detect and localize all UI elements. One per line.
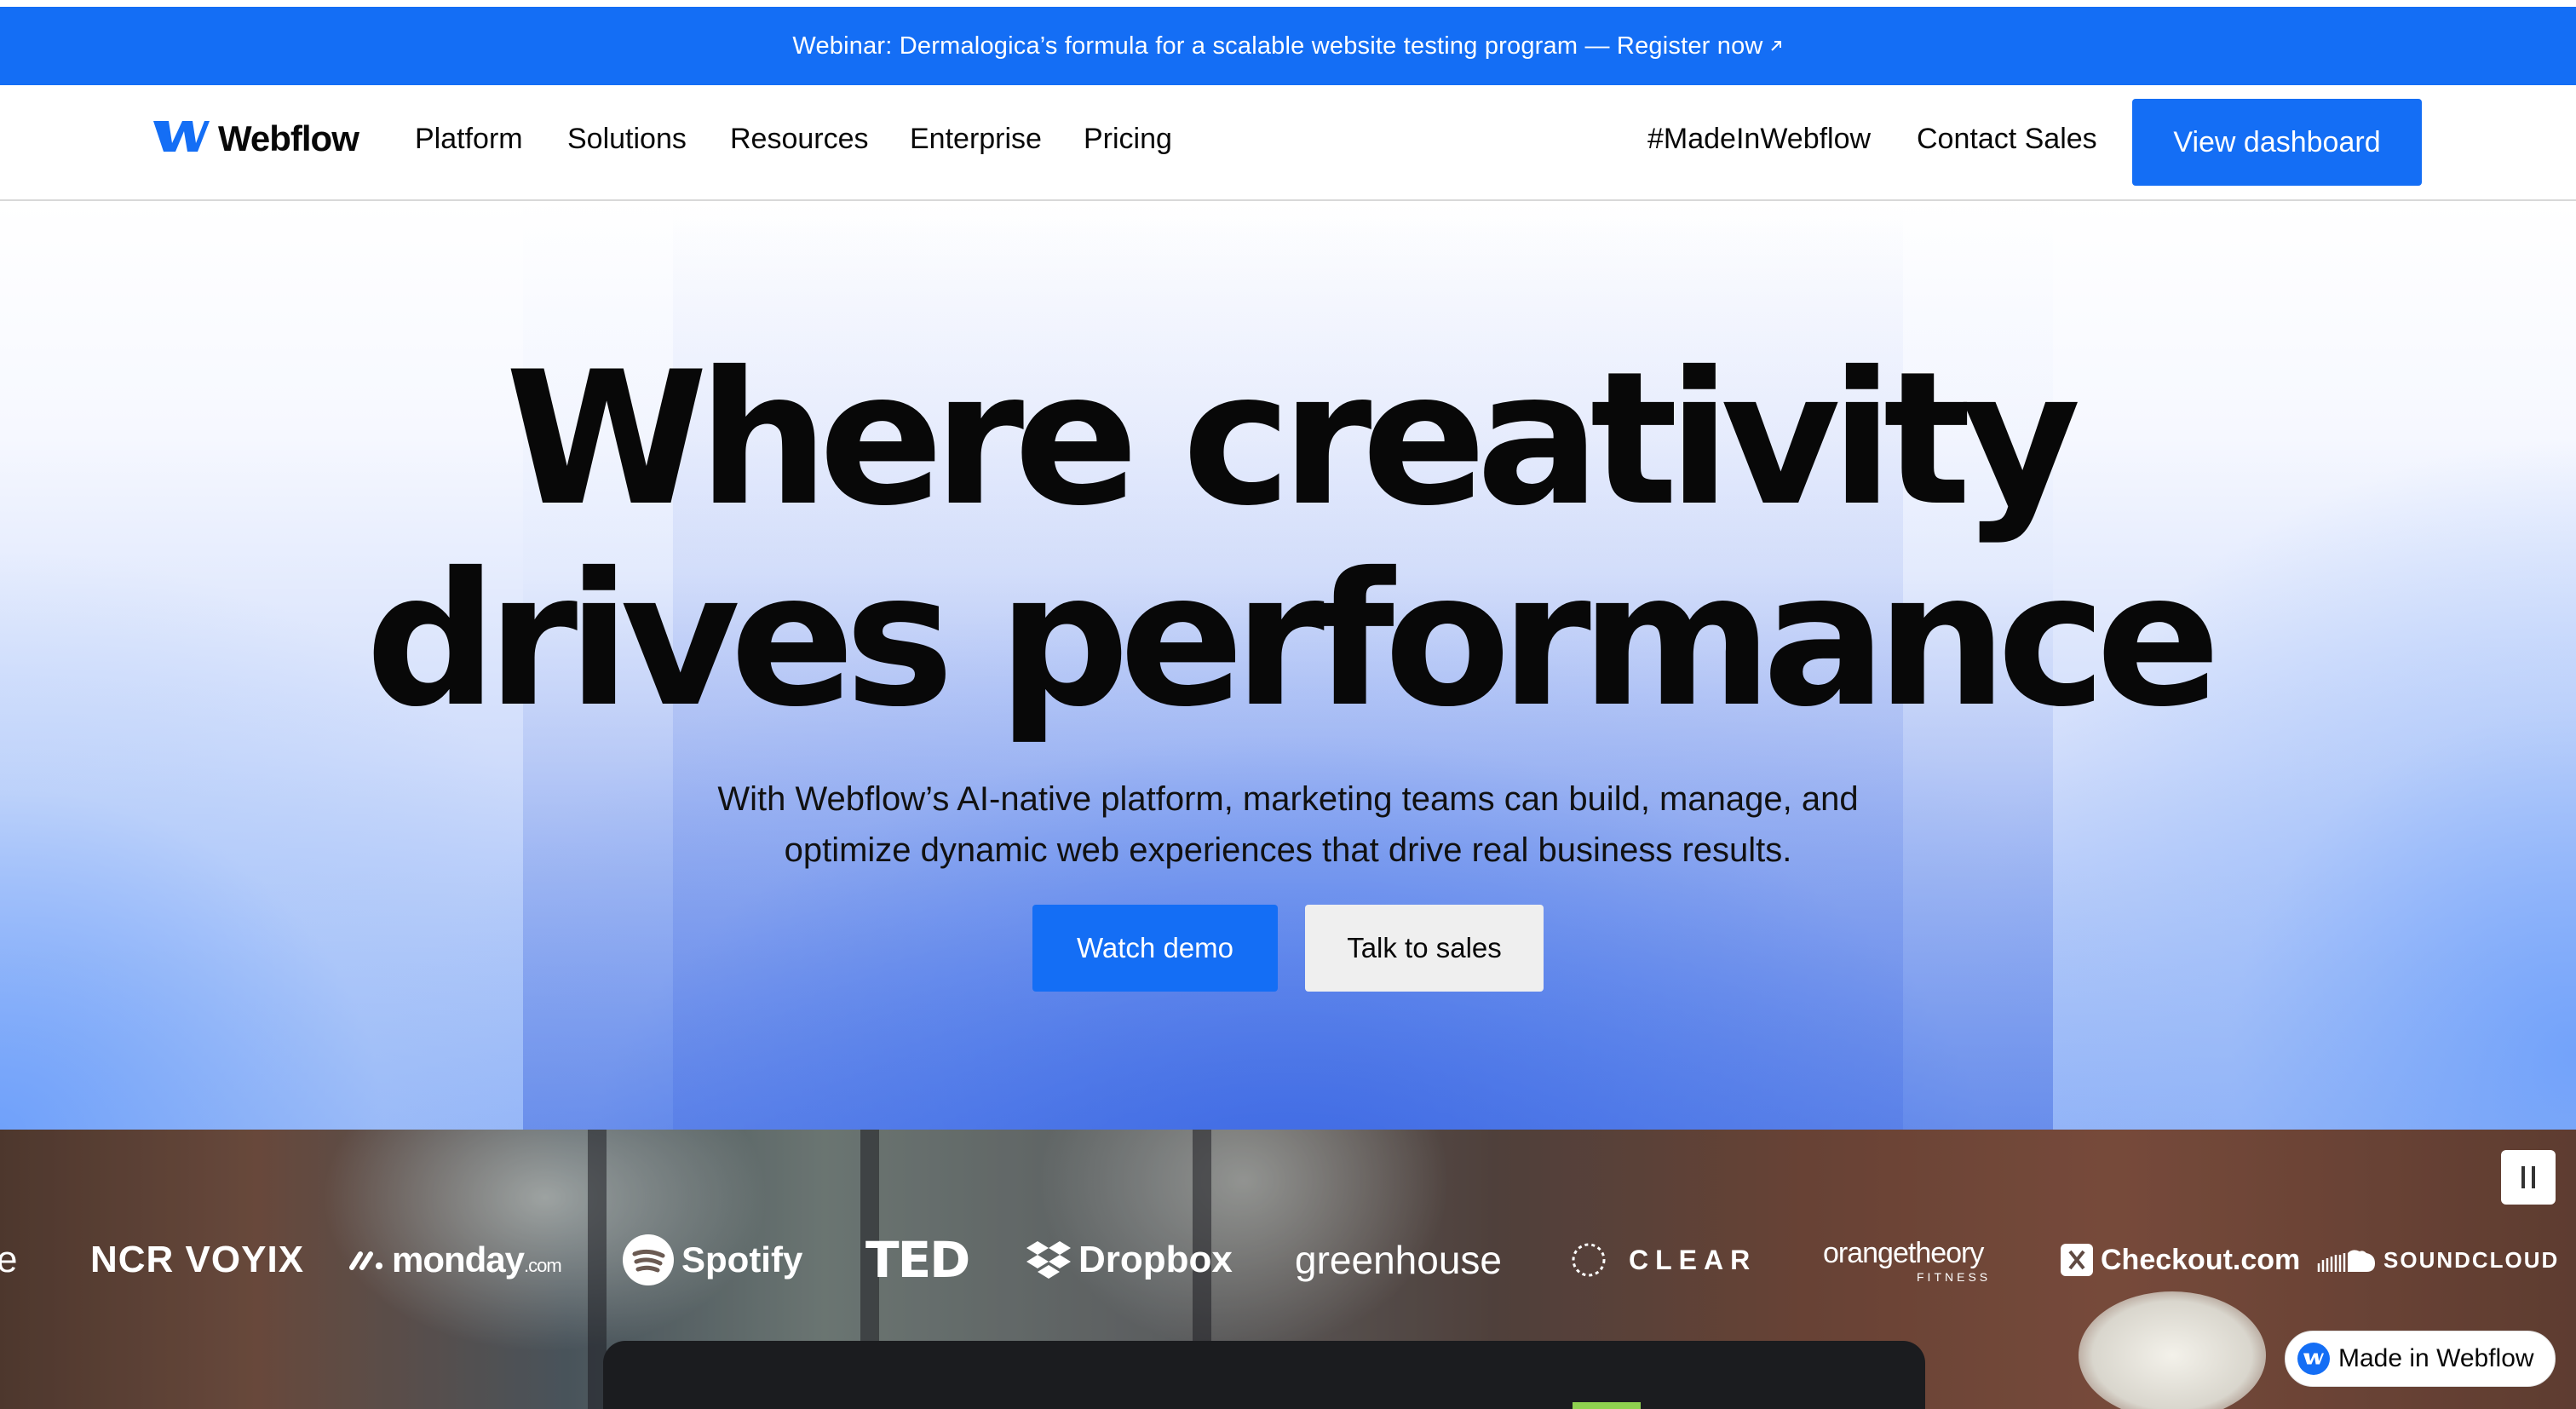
logo-soundcloud: SOUNDCLOUD (2317, 1215, 2559, 1305)
logo-ncr-voyix: NCR VOYIX (90, 1239, 305, 1280)
spotify-icon (622, 1234, 675, 1286)
checkout-icon (2060, 1243, 2094, 1277)
made-in-webflow-label: Made in Webflow (2338, 1344, 2534, 1372)
logo-monday: monday .com (349, 1215, 562, 1305)
hero-headline: Where creativity drives performance (0, 339, 2576, 741)
pause-icon (2521, 1166, 2535, 1188)
nav-item-platform[interactable]: Platform (415, 123, 523, 156)
webflow-logo-icon (153, 118, 210, 159)
nav-item-made-in-webflow[interactable]: #MadeInWebflow (1647, 123, 1871, 156)
logo-greenhouse: greenhouse (1295, 1238, 1502, 1282)
webinar-register-link[interactable]: Webinar: Dermalogica’s formula for a sca… (792, 32, 1783, 60)
orchid-photo (2079, 1291, 2266, 1409)
nav-item-enterprise[interactable]: Enterprise (910, 123, 1042, 156)
logo-clear: CLEAR (1567, 1215, 1757, 1305)
webflow-badge-icon (2297, 1343, 2330, 1375)
logo-orangetheory: orangetheory FITNESS (1823, 1236, 1992, 1284)
soundcloud-icon (2317, 1246, 2377, 1274)
hero-section: Where creativity drives performance With… (0, 203, 2576, 1130)
subtitle-line-2: optimize dynamic web experiences that dr… (784, 831, 1792, 869)
logo-dropbox: Dropbox (1026, 1215, 1233, 1305)
logo-partial: e (0, 1239, 18, 1280)
headline-line-1: Where creativity (505, 332, 2081, 546)
monday-mark-icon (349, 1249, 385, 1271)
view-dashboard-button[interactable]: View dashboard (2132, 99, 2422, 186)
nav-item-contact-sales[interactable]: Contact Sales (1917, 123, 2097, 156)
logo-checkout: Checkout.com (2060, 1215, 2300, 1305)
made-in-webflow-badge[interactable]: Made in Webflow (2285, 1331, 2556, 1387)
webflow-logo[interactable]: Webflow (153, 118, 359, 159)
nav-item-resources[interactable]: Resources (730, 123, 869, 156)
pause-button[interactable] (2501, 1150, 2556, 1205)
laptop-screen-detail (1573, 1402, 1641, 1409)
watch-demo-button[interactable]: Watch demo (1032, 905, 1278, 992)
logo-text: Webflow (218, 118, 359, 158)
talk-to-sales-button[interactable]: Talk to sales (1305, 905, 1544, 992)
announcement-banner: Webinar: Dermalogica’s formula for a sca… (0, 7, 2576, 85)
nav-item-solutions[interactable]: Solutions (567, 123, 687, 156)
page: Webinar: Dermalogica’s formula for a sca… (0, 0, 2576, 1409)
arrow-up-right-icon (1768, 33, 1784, 60)
logo-ted: TED (865, 1231, 970, 1289)
logo-spotify: Spotify (622, 1215, 802, 1305)
customer-logo-strip: e NCR VOYIX monday .com Spotify TED Drop (0, 1130, 2576, 1409)
laptop-photo (603, 1341, 1925, 1409)
nav-item-pricing[interactable]: Pricing (1084, 123, 1172, 156)
subtitle-line-1: With Webflow’s AI-native platform, marke… (717, 780, 1859, 818)
banner-text: Webinar: Dermalogica’s formula for a sca… (792, 32, 1763, 60)
clear-sun-icon (1567, 1239, 1610, 1281)
dropbox-icon (1026, 1239, 1072, 1280)
headline-line-2: drives performance (365, 533, 2221, 747)
hero-subtitle: With Webflow’s AI-native platform, marke… (0, 774, 2576, 876)
top-navigation: Webflow Platform Solutions Resources Ent… (0, 85, 2576, 201)
